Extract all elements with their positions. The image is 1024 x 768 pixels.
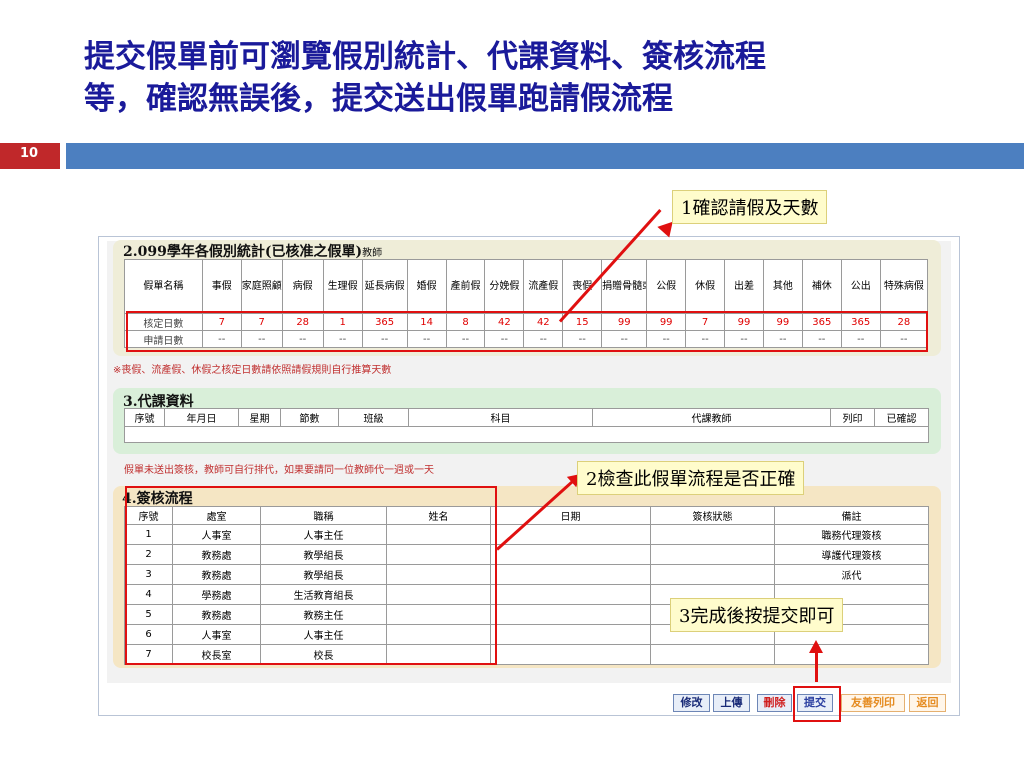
substitute-column-header: 科目 — [408, 408, 593, 427]
slide-title-line-2: 等，確認無誤後，提交送出假單跑請假流程 — [84, 81, 673, 117]
stats-column-header: 流產假 — [523, 259, 564, 314]
stats-column-header: 公假 — [646, 259, 687, 314]
flow-cell-remark: 派代 — [774, 564, 929, 585]
flow-cell-date — [490, 644, 651, 665]
flow-note: 假單未送出簽核，教師可自行排代，如果要請同一位教師代一週或一天 — [124, 465, 434, 476]
leave-stats-title: 2.099學年各假別統計(已核准之假單)教師 — [123, 241, 382, 261]
flow-column-header: 備註 — [774, 506, 929, 525]
arrow-line-3 — [815, 652, 818, 682]
upload-button[interactable]: 上傳 — [713, 694, 750, 712]
substitute-empty-row — [124, 426, 929, 443]
slide-title-line-1: 提交假單前可瀏覽假別統計、代課資料、簽核流程 — [84, 39, 766, 75]
callout-confirm-days: 1確認請假及天數 — [672, 190, 828, 224]
stats-column-header: 分娩假 — [484, 259, 525, 314]
action-button-bar: 修改 上傳 刪除 提交 友善列印 返回 — [673, 694, 948, 714]
stats-column-header: 出差 — [724, 259, 764, 314]
flow-cell-date — [490, 544, 651, 565]
page-number: 10 — [20, 146, 39, 161]
substitute-column-header: 代課教師 — [592, 408, 831, 427]
header-bar — [66, 143, 1024, 169]
stats-column-header: 產前假 — [445, 259, 486, 314]
flow-cell-remark — [774, 644, 929, 665]
arrow-head-3 — [809, 640, 823, 653]
flow-column-header: 日期 — [490, 506, 651, 525]
flow-cell-remark: 導護代理簽核 — [774, 544, 929, 565]
flow-cell-date — [490, 564, 651, 585]
substitute-column-header: 星期 — [238, 408, 281, 427]
leave-stats-title-text: 2.099學年各假別統計(已核准之假單) — [123, 244, 363, 260]
flow-cell-date — [490, 604, 651, 625]
callout-check-flow: 2檢查此假單流程是否正確 — [577, 461, 805, 495]
stats-header-label: 假單名稱 — [124, 259, 203, 314]
submit-button[interactable]: 提交 — [797, 694, 833, 712]
stats-column-header: 延長病假 — [361, 259, 408, 314]
substitute-column-header: 列印 — [830, 408, 875, 427]
stats-note: ※喪假、流產假、休假之核定日數請依照請假規則自行推算天數 — [113, 365, 392, 376]
stats-column-header: 生理假 — [322, 259, 363, 314]
stats-column-header: 喪假 — [562, 259, 603, 314]
back-button[interactable]: 返回 — [909, 694, 946, 712]
stats-column-header: 病假 — [281, 259, 324, 314]
flow-cell-status — [650, 524, 775, 545]
flow-cell-status — [650, 644, 775, 665]
print-button[interactable]: 友善列印 — [841, 694, 905, 712]
substitute-table: 序號 年月日 星期 節數 班級 科目 代課教師 列印 已確認 — [124, 408, 929, 443]
substitute-column-header: 節數 — [280, 408, 339, 427]
stats-column-header: 補休 — [801, 259, 842, 314]
delete-button[interactable]: 刪除 — [757, 694, 792, 712]
substitute-column-header: 序號 — [124, 408, 165, 427]
substitute-column-header: 年月日 — [164, 408, 239, 427]
callout-submit: 3完成後按提交即可 — [670, 598, 844, 632]
substitute-column-header: 已確認 — [874, 408, 929, 427]
flow-highlight-box — [125, 486, 497, 665]
leave-stats-title-suffix: 教師 — [362, 248, 383, 259]
slide-title: 提交假單前可瀏覽假別統計、代課資料、簽核流程 等，確認無誤後，提交送出假單跑請假… — [84, 36, 984, 120]
edit-button[interactable]: 修改 — [673, 694, 710, 712]
stats-highlight-box — [126, 311, 928, 352]
flow-column-header: 簽核狀態 — [650, 506, 775, 525]
flow-cell-date — [490, 584, 651, 605]
substitute-column-header: 班級 — [338, 408, 409, 427]
flow-cell-date — [490, 624, 651, 645]
stats-column-header: 其他 — [762, 259, 803, 314]
stats-column-header: 事假 — [201, 259, 242, 314]
stats-column-header: 婚假 — [406, 259, 447, 314]
flow-cell-status — [650, 544, 775, 565]
stats-column-header: 家庭照顧假 — [240, 259, 283, 314]
flow-cell-remark: 職務代理簽核 — [774, 524, 929, 545]
stats-column-header: 休假 — [685, 259, 726, 314]
flow-cell-status — [650, 564, 775, 585]
stats-column-header: 特殊病假 — [879, 259, 929, 314]
stats-column-header: 公出 — [840, 259, 881, 314]
